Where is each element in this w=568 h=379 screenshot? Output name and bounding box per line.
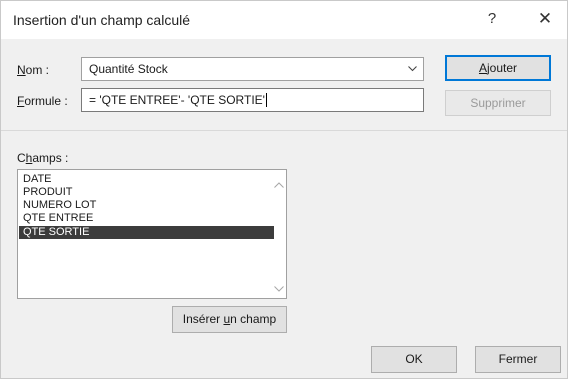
ok-button[interactable]: OK: [371, 346, 457, 373]
nom-label: Nom :: [17, 63, 50, 77]
nom-combobox[interactable]: Quantité Stock: [81, 57, 424, 81]
list-item-produit[interactable]: PRODUIT: [19, 186, 274, 199]
formule-value: = 'QTE ENTREE'- 'QTE SORTIE': [89, 93, 265, 107]
ajouter-button[interactable]: Ajouter: [445, 55, 551, 81]
separator: [1, 130, 567, 131]
list-item-date[interactable]: DATE: [19, 173, 274, 186]
chevron-down-icon[interactable]: [402, 58, 423, 80]
supprimer-button[interactable]: Supprimer: [445, 90, 551, 116]
dialog-title: Insertion d'un champ calculé: [13, 12, 190, 28]
list-item-qte-entree[interactable]: QTE ENTREE: [19, 212, 274, 225]
calculated-field-dialog: Insertion d'un champ calculé ? ✕ Nom : Q…: [0, 0, 568, 379]
text-caret: [265, 93, 267, 107]
list-item-numero-lot[interactable]: NUMERO LOT: [19, 199, 274, 212]
close-icon[interactable]: ✕: [531, 9, 559, 31]
scroll-up-arrow-icon[interactable]: [273, 178, 285, 188]
help-icon[interactable]: ?: [481, 10, 503, 30]
title-bar: Insertion d'un champ calculé ? ✕: [1, 1, 567, 39]
nom-value: Quantité Stock: [89, 62, 168, 76]
formule-input[interactable]: = 'QTE ENTREE'- 'QTE SORTIE': [81, 88, 424, 112]
champs-listbox[interactable]: DATE PRODUIT NUMERO LOT QTE ENTREE QTE S…: [17, 169, 287, 299]
scroll-down-arrow-icon[interactable]: [273, 282, 285, 292]
inserer-champ-button[interactable]: Insérer un champ: [172, 306, 287, 333]
champs-label: Champs :: [17, 151, 69, 165]
fermer-button[interactable]: Fermer: [475, 346, 561, 373]
list-item-qte-sortie[interactable]: QTE SORTIE: [19, 226, 274, 239]
formule-label: Formule :: [17, 94, 68, 108]
